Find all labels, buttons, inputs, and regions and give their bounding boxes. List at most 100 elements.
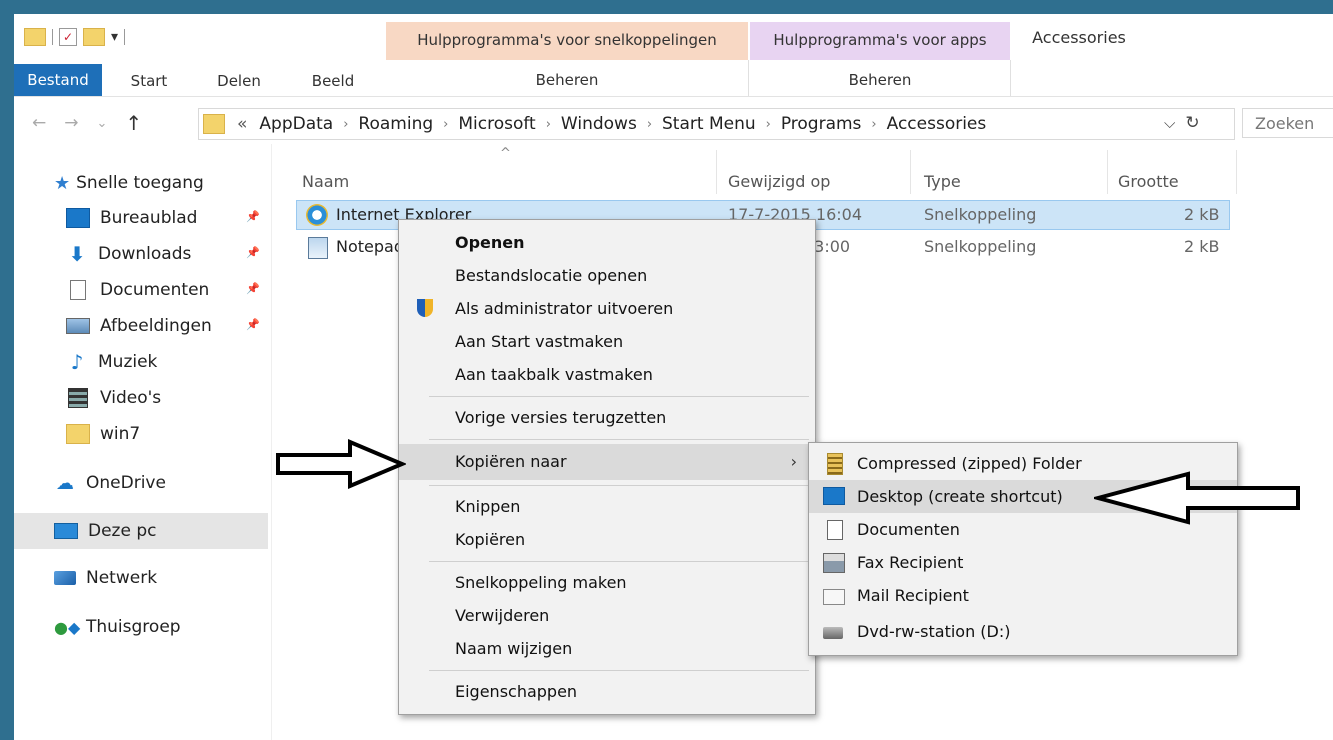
breadcrumb-roaming[interactable]: Roaming	[358, 114, 433, 134]
address-bar[interactable]: « AppData › Roaming › Microsoft › Window…	[198, 108, 1235, 140]
ribbon-group-divider	[748, 60, 749, 96]
menu-item-label: Fax Recipient	[857, 553, 964, 572]
menu-item-label: Compressed (zipped) Folder	[857, 454, 1082, 473]
recent-locations-icon[interactable]: ⌄	[97, 116, 108, 131]
up-arrow-icon[interactable]: ↑	[125, 111, 142, 135]
sidebar-item-label: Downloads	[98, 244, 192, 264]
breadcrumb-appdata[interactable]: AppData	[259, 114, 333, 134]
sidebar-item-network[interactable]: Netwerk	[54, 561, 157, 595]
sidebar-item-pictures[interactable]: Afbeeldingen	[66, 309, 212, 343]
pin-icon[interactable]: 📌	[246, 210, 260, 223]
menu-item-label: Bestandslocatie openen	[455, 266, 648, 285]
menu-item-open-file-location[interactable]: Bestandslocatie openen	[399, 259, 815, 292]
column-header-modified[interactable]: Gewijzigd op	[728, 162, 908, 202]
menu-separator	[429, 396, 809, 397]
film-icon	[68, 388, 88, 408]
tab-shortcut-tools[interactable]: Hulpprogramma's voor snelkoppelingen	[386, 22, 748, 58]
sidebar-item-music[interactable]: ♪ Muziek	[66, 345, 158, 379]
tab-app-tools-manage[interactable]: Beheren	[750, 66, 1010, 94]
breadcrumb-accessories[interactable]: Accessories	[887, 114, 987, 134]
breadcrumb-separator[interactable]: ›	[343, 117, 348, 132]
breadcrumb-separator[interactable]: ›	[647, 117, 652, 132]
breadcrumb-windows[interactable]: Windows	[561, 114, 637, 134]
menu-item-label: Snelkoppeling maken	[455, 573, 627, 592]
breadcrumb-separator[interactable]: ›	[766, 117, 771, 132]
sidebar-item-label: Thuisgroep	[86, 617, 181, 637]
pin-icon[interactable]: 📌	[246, 318, 260, 331]
submenu-item-fax[interactable]: Fax Recipient	[809, 546, 1237, 579]
menu-item-run-as-admin[interactable]: Als administrator uitvoeren	[399, 292, 815, 325]
computer-icon	[54, 523, 78, 539]
menu-separator	[429, 439, 809, 440]
menu-item-rename[interactable]: Naam wijzigen	[399, 632, 815, 665]
sidebar-item-videos[interactable]: Video's	[66, 381, 161, 415]
tab-file[interactable]: Bestand	[14, 64, 102, 96]
menu-item-pin-to-start[interactable]: Aan Start vastmaken	[399, 325, 815, 358]
column-header-name[interactable]: Naam	[302, 162, 712, 202]
tab-view[interactable]: Beeld	[298, 66, 368, 96]
column-separator[interactable]	[910, 150, 911, 194]
new-folder-icon[interactable]	[83, 28, 105, 46]
menu-item-copy[interactable]: Kopiëren	[399, 523, 815, 556]
explorer-window: ✓ ▾ Hulpprogramma's voor snelkoppelingen…	[14, 14, 1333, 740]
breadcrumb-programs[interactable]: Programs	[781, 114, 862, 134]
breadcrumb-separator[interactable]: ›	[546, 117, 551, 132]
menu-item-pin-to-taskbar[interactable]: Aan taakbalk vastmaken	[399, 358, 815, 391]
forward-arrow-icon[interactable]: →	[64, 113, 78, 133]
customize-toolbar-icon[interactable]: ▾	[111, 29, 118, 45]
annotation-arrow-left-icon	[1094, 471, 1300, 525]
tab-app-tools[interactable]: Hulpprogramma's voor apps	[750, 22, 1010, 58]
sidebar-item-label: OneDrive	[86, 473, 166, 493]
column-separator[interactable]	[716, 150, 717, 194]
folder-icon	[203, 114, 225, 134]
breadcrumb-overflow[interactable]: «	[237, 114, 247, 134]
column-header-size[interactable]: Grootte	[1118, 162, 1228, 202]
document-icon	[70, 280, 86, 300]
column-header-type[interactable]: Type	[924, 162, 1104, 202]
column-separator[interactable]	[1107, 150, 1108, 194]
menu-item-cut[interactable]: Knippen	[399, 490, 815, 523]
menu-item-restore-previous[interactable]: Vorige versies terugzetten	[399, 401, 815, 434]
menu-item-label: Knippen	[455, 497, 521, 516]
sidebar-item-downloads[interactable]: ⬇ Downloads	[66, 237, 192, 271]
search-input[interactable]: Zoeken	[1242, 108, 1333, 138]
sidebar-item-documents[interactable]: Documenten	[66, 273, 209, 307]
menu-item-label: Desktop (create shortcut)	[857, 487, 1063, 506]
submenu-item-dvd[interactable]: Dvd-rw-station (D:)	[809, 615, 1237, 648]
breadcrumb-separator[interactable]: ›	[443, 117, 448, 132]
folder-icon[interactable]	[24, 28, 46, 46]
menu-item-create-shortcut[interactable]: Snelkoppeling maken	[399, 566, 815, 599]
breadcrumb-start-menu[interactable]: Start Menu	[662, 114, 756, 134]
file-size: 2 kB	[1184, 205, 1220, 224]
notepad-icon	[308, 237, 328, 259]
address-dropdown-icon[interactable]: ⌵	[1164, 114, 1175, 132]
menu-item-label: Eigenschappen	[455, 682, 578, 701]
properties-check-icon[interactable]: ✓	[59, 28, 77, 46]
menu-item-send-to[interactable]: Kopiëren naar ›	[399, 444, 815, 480]
tab-shortcut-tools-manage[interactable]: Beheren	[386, 66, 748, 94]
quick-access-toolbar: ✓ ▾	[24, 20, 126, 54]
sidebar-item-win7[interactable]: win7	[66, 417, 140, 451]
tab-share[interactable]: Delen	[204, 66, 274, 96]
sidebar-item-label: Documenten	[100, 280, 210, 300]
submenu-item-mail[interactable]: Mail Recipient	[809, 579, 1237, 612]
menu-item-label: Vorige versies terugzetten	[455, 408, 667, 427]
sidebar-item-this-pc[interactable]: Deze pc	[54, 514, 156, 548]
sidebar-item-onedrive[interactable]: ☁ OneDrive	[54, 466, 166, 500]
menu-item-properties[interactable]: Eigenschappen	[399, 675, 815, 708]
sidebar-item-desktop[interactable]: Bureaublad	[66, 201, 197, 235]
menu-item-open[interactable]: Openen	[399, 226, 815, 259]
folder-icon	[66, 424, 90, 444]
breadcrumb-separator[interactable]: ›	[871, 117, 876, 132]
sidebar-item-homegroup[interactable]: ●◆ Thuisgroep	[54, 610, 181, 644]
refresh-icon[interactable]: ↻	[1185, 113, 1199, 133]
breadcrumb-microsoft[interactable]: Microsoft	[458, 114, 535, 134]
tab-home[interactable]: Start	[114, 66, 184, 96]
menu-item-delete[interactable]: Verwijderen	[399, 599, 815, 632]
column-separator[interactable]	[1236, 150, 1237, 194]
sidebar-item-label: Netwerk	[86, 568, 158, 588]
pin-icon[interactable]: 📌	[246, 246, 260, 259]
sidebar-item-quick-access[interactable]: ★ Snelle toegang	[54, 166, 204, 200]
back-arrow-icon[interactable]: ←	[32, 113, 46, 133]
pin-icon[interactable]: 📌	[246, 282, 260, 295]
